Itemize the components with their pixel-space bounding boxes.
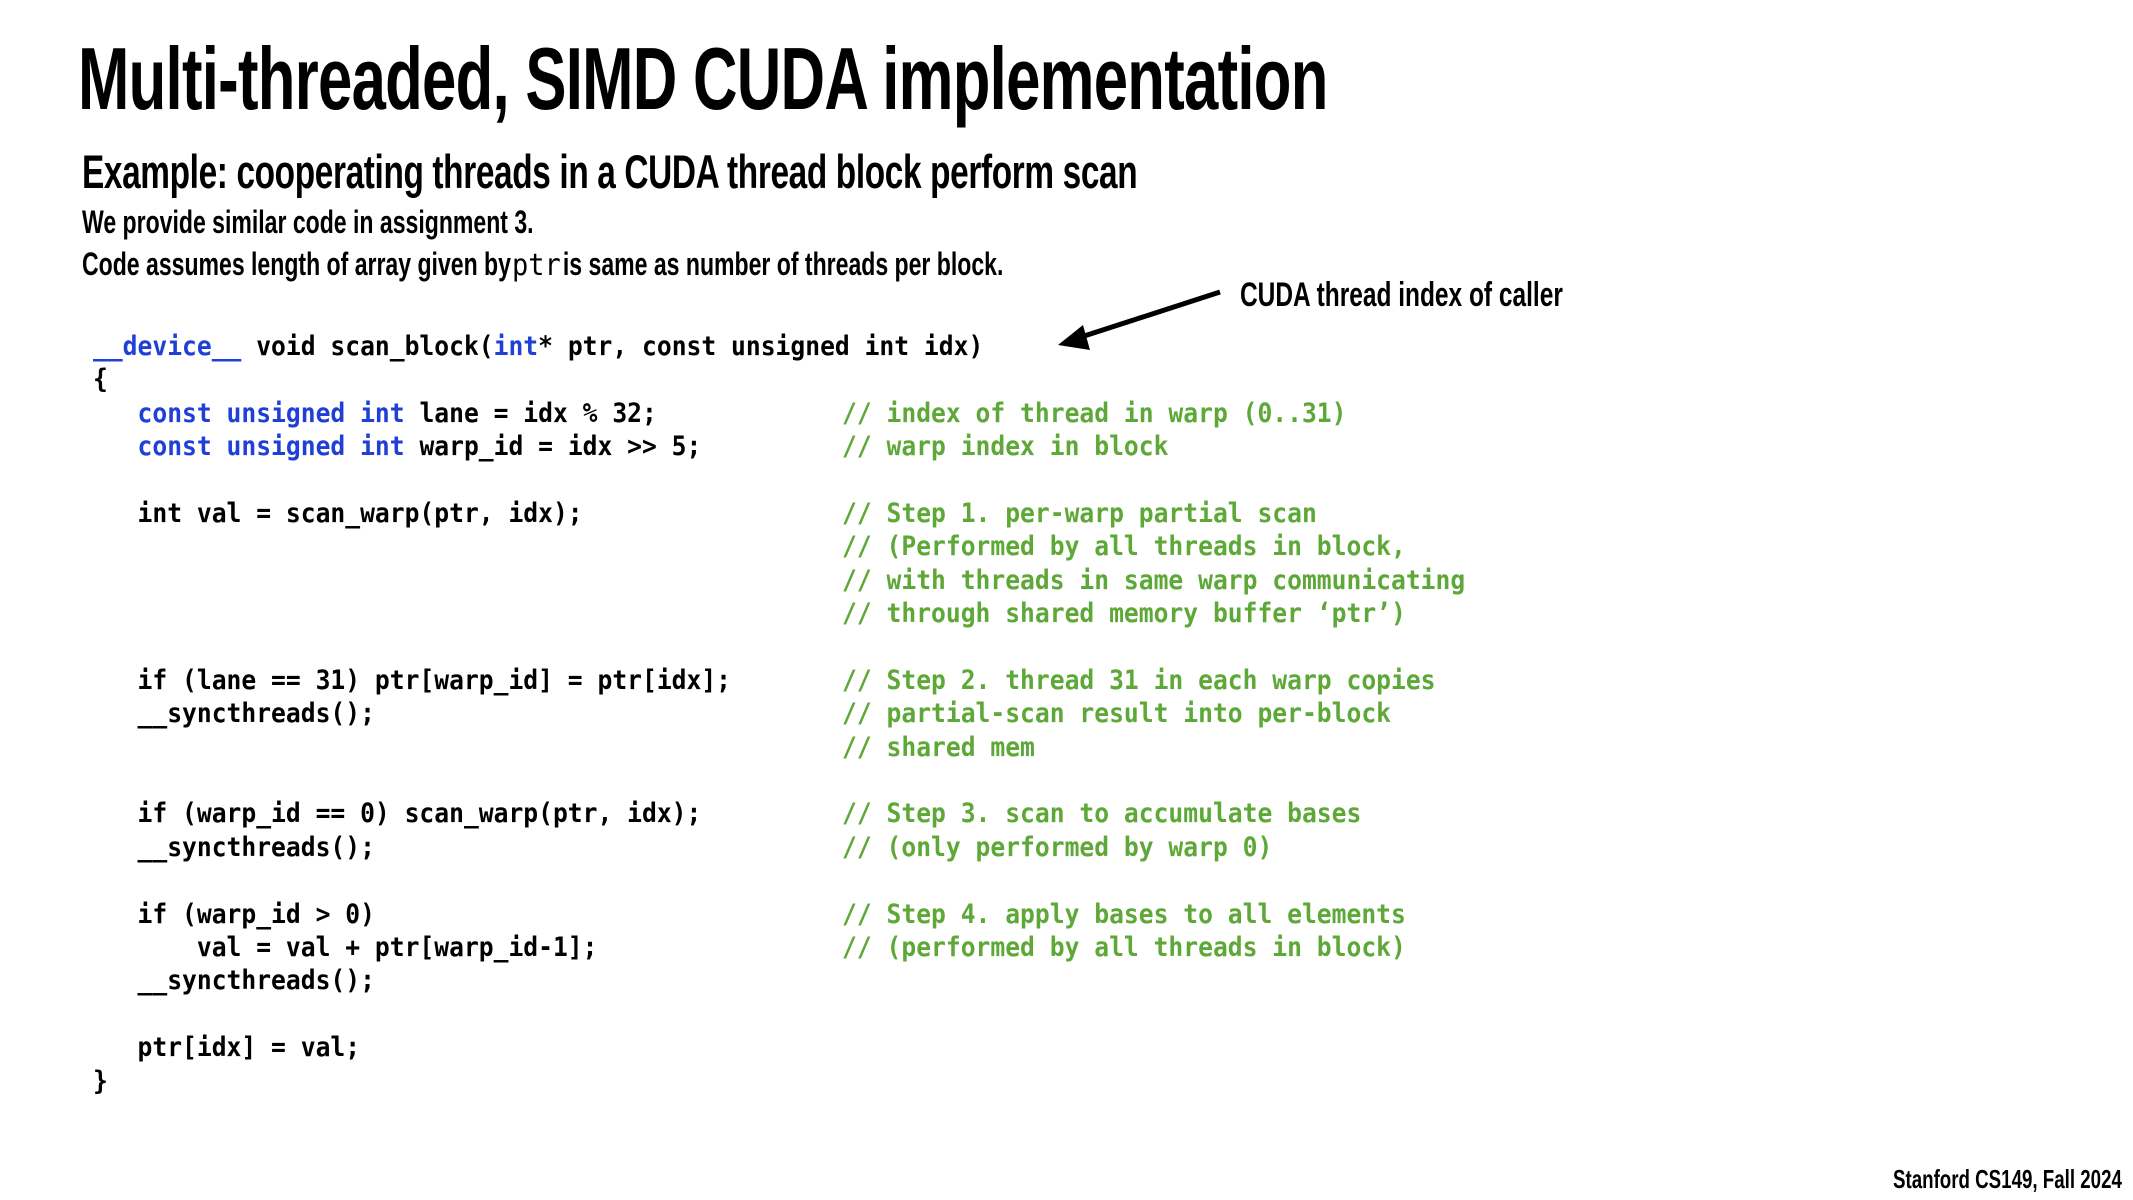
code-text: __syncthreads(); (93, 697, 396, 730)
code-keyword: const unsigned int (137, 431, 405, 463)
code-comment: // Step 1. per-warp partial scan (842, 497, 1317, 529)
code-comment: // index of thread in warp (0..31) (842, 397, 1347, 429)
code-token: if (warp_id > 0) (93, 898, 375, 930)
slide-subtitle: Example: cooperating threads in a CUDA t… (82, 145, 1138, 198)
note-text-after: is same as number of threads per block. (562, 246, 1004, 282)
code-comment: // (Performed by all threads in block, (842, 531, 1406, 563)
annotation-label: CUDA thread index of caller (1240, 276, 1563, 314)
code-comment: // Step 2. thread 31 in each warp copies (842, 664, 1436, 696)
code-text: ptr[idx] = val; (93, 1031, 380, 1064)
code-text: { (93, 363, 109, 396)
code-text: if (lane == 31) ptr[warp_id] = ptr[idx]; (93, 664, 779, 697)
code-text: __device__ void scan_block(int* ptr, con… (93, 330, 1050, 363)
code-comment: // (only performed by warp 0) (842, 831, 1273, 863)
code-token: warp_id = idx >> 5; (404, 431, 702, 463)
code-token: int val = scan_warp(ptr, idx); (93, 497, 583, 529)
code-comment: // through shared memory buffer ‘ptr’) (842, 598, 1406, 630)
code-text: int val = scan_warp(ptr, idx); (93, 497, 620, 530)
code-text: if (warp_id == 0) scan_warp(ptr, idx); (93, 797, 747, 830)
code-token: void scan_block( (241, 331, 494, 362)
code-token: ptr[idx] = val; (93, 1032, 361, 1064)
arrow-head (1058, 325, 1090, 350)
code-comment: // warp index in block (842, 431, 1169, 463)
code-token: if (warp_id == 0) scan_warp(ptr, idx); (93, 798, 702, 830)
code-token: __syncthreads(); (93, 831, 375, 863)
footer-course: Stanford CS149, Fall 2024 (1893, 1164, 2122, 1194)
code-token: if (lane == 31) ptr[warp_id] = ptr[idx]; (93, 664, 732, 696)
assignment-note: We provide similar code in assignment 3. (82, 204, 534, 240)
code-text: const unsigned int warp_id = idx >> 5; (93, 430, 747, 463)
code-text: } (93, 1065, 109, 1098)
code-token: lane = idx % 32; (404, 397, 657, 429)
code-text: __syncthreads(); (93, 964, 396, 997)
note-text-before: Code assumes length of array given by (82, 246, 511, 282)
array-length-note: Code assumes length of array given byptr… (82, 246, 1003, 283)
code-text: if (warp_id > 0) (93, 898, 396, 931)
code-text: __syncthreads(); (93, 831, 396, 864)
code-token: __syncthreads(); (93, 698, 375, 730)
note-code-ptr: ptr (511, 248, 561, 283)
code-comment: // partial-scan result into per-block (842, 698, 1391, 730)
code-comment: // shared mem (842, 731, 1035, 763)
code-token: { (93, 364, 108, 396)
code-keyword: __device__ (93, 331, 242, 362)
code-comment: // (performed by all threads in block) (842, 932, 1406, 964)
code-token: * ptr, const unsigned int idx) (538, 331, 984, 362)
slide-title: Multi-threaded, SIMD CUDA implementation (78, 29, 1328, 128)
code-keyword: int (493, 331, 539, 362)
code-text: const unsigned int lane = idx % 32; (93, 397, 699, 430)
code-comment: // Step 4. apply bases to all elements (842, 898, 1406, 930)
code-text: val = val + ptr[warp_id-1]; (93, 931, 635, 964)
code-keyword: const unsigned int (137, 397, 405, 429)
code-token: } (93, 1065, 108, 1097)
code-token: __syncthreads(); (93, 965, 375, 997)
code-comment: // with threads in same warp communicati… (842, 564, 1466, 596)
arrow-shaft (1077, 289, 1221, 341)
code-comment: // Step 3. scan to accumulate bases (842, 798, 1362, 830)
code-token: val = val + ptr[warp_id-1]; (93, 932, 598, 964)
